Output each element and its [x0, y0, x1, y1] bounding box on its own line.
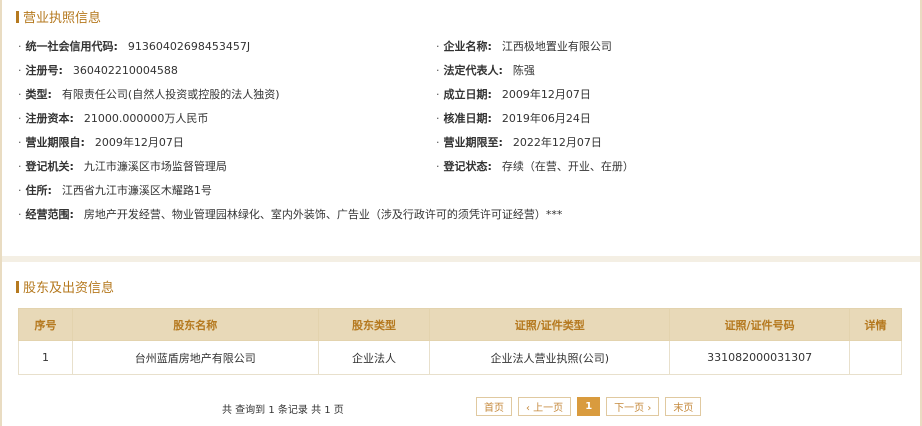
field-authority: · 登记机关: 九江市濂溪区市场监督管理局: [18, 160, 227, 173]
section-marker: [16, 280, 19, 293]
field-address: · 住所: 江西省九江市濂溪区木耀路1号: [18, 184, 212, 197]
prev-page-button[interactable]: ‹ 上一页: [518, 397, 572, 416]
cell-name: 台州蓝盾房地产有限公司: [71, 340, 319, 375]
current-page-button[interactable]: 1: [577, 397, 601, 416]
col-header-detail: 详情: [849, 308, 902, 341]
field-reg-no: · 注册号: 360402210004588: [18, 64, 178, 77]
field-scope: · 经营范围: 房地产开发经营、物业管理园林绿化、室内外装饰、广告业（涉及行政许可的…: [18, 208, 563, 221]
license-section-title: 营业执照信息: [16, 7, 101, 26]
pagination: 首页 ‹ 上一页 1 下一页 › 末页: [476, 397, 702, 416]
field-legal-rep: · 法定代表人: 陈强: [436, 64, 535, 77]
field-company-name: · 企业名称: 江西极地置业有限公司: [436, 40, 612, 53]
field-status: · 登记状态: 存续（在营、开业、在册）: [436, 160, 634, 173]
table-header-row: 序号 股东名称 股东类型 证照/证件类型 证照/证件号码 详情: [18, 308, 902, 341]
table-row: 1 台州蓝盾房地产有限公司 企业法人 企业法人营业执照(公司) 33108200…: [18, 340, 902, 375]
last-page-button[interactable]: 末页: [665, 397, 702, 416]
shareholder-section-title: 股东及出资信息: [16, 277, 114, 296]
col-header-type: 股东类型: [317, 308, 431, 341]
field-capital: · 注册资本: 21000.000000万人民币: [18, 112, 209, 125]
field-approved: · 核准日期: 2019年06月24日: [436, 112, 591, 125]
field-founded: · 成立日期: 2009年12月07日: [436, 88, 591, 101]
section-marker: [16, 10, 19, 23]
first-page-button[interactable]: 首页: [476, 397, 512, 416]
pager-summary: 共 查询到 1 条记录 共 1 页: [222, 405, 344, 416]
cell-index: 1: [18, 340, 73, 375]
next-page-button[interactable]: 下一页 ›: [606, 397, 660, 416]
cell-cert-no: 331082000031307: [669, 340, 851, 375]
field-term-from: · 营业期限自: 2009年12月07日: [18, 136, 184, 149]
col-header-name: 股东名称: [71, 308, 319, 341]
cell-detail[interactable]: [849, 340, 902, 375]
cell-cert-type: 企业法人营业执照(公司): [429, 340, 671, 375]
field-term-to: · 营业期限至: 2022年12月07日: [436, 136, 602, 149]
field-credit-code: · 统一社会信用代码: 91360402698453457J: [18, 40, 251, 53]
col-header-cert-type: 证照/证件类型: [429, 308, 671, 341]
field-type: · 类型: 有限责任公司(自然人投资或控股的法人独资): [18, 88, 280, 101]
col-header-index: 序号: [18, 308, 73, 341]
cell-type: 企业法人: [317, 340, 431, 375]
shareholder-table: 序号 股东名称 股东类型 证照/证件类型 证照/证件号码 详情 1 台州蓝盾房地…: [18, 308, 902, 375]
col-header-cert-no: 证照/证件号码: [669, 308, 851, 341]
